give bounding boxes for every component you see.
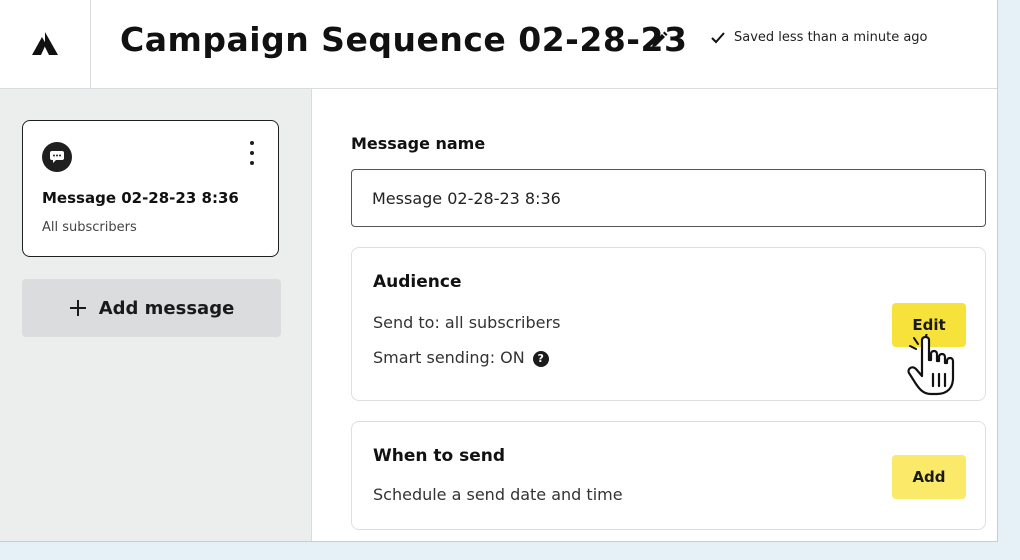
when-to-send-add-button[interactable]: Add (892, 455, 966, 499)
smart-sending-text: Smart sending: ON (373, 348, 525, 367)
main-panel: Message name Message 02-28-23 8:36 Audie… (312, 89, 997, 541)
save-status: Saved less than a minute ago (710, 30, 928, 45)
smart-sending-row: Smart sending: ON? (373, 348, 549, 367)
page-title: Campaign Sequence 02-28-23 (120, 20, 688, 59)
add-message-label: Add message (98, 297, 235, 319)
add-message-button[interactable]: Add message (22, 279, 281, 337)
plus-icon (69, 300, 86, 316)
audience-title: Audience (373, 272, 462, 292)
top-bar: Campaign Sequence 02-28-23 Saved less th… (0, 0, 997, 89)
save-status-text: Saved less than a minute ago (734, 30, 928, 45)
logo-icon (32, 32, 58, 55)
audience-card: Audience Send to: all subscribers Smart … (351, 247, 986, 401)
sidebar: Message 02-28-23 8:36 All subscribers Ad… (0, 89, 312, 541)
message-card[interactable]: Message 02-28-23 8:36 All subscribers (22, 120, 279, 257)
help-icon[interactable]: ? (532, 350, 549, 367)
audience-send-to: Send to: all subscribers (373, 313, 561, 332)
app-window: Campaign Sequence 02-28-23 Saved less th… (0, 0, 998, 542)
chat-message-icon (42, 142, 72, 172)
kebab-menu-icon[interactable] (248, 141, 256, 165)
when-to-send-title: When to send (373, 446, 506, 466)
logo[interactable] (0, 0, 91, 88)
message-card-subtitle: All subscribers (42, 220, 137, 235)
message-name-input[interactable]: Message 02-28-23 8:36 (351, 169, 986, 227)
message-name-label: Message name (351, 134, 486, 153)
check-icon (711, 31, 725, 43)
message-card-title: Message 02-28-23 8:36 (42, 189, 239, 207)
pencil-icon[interactable] (648, 29, 670, 51)
when-to-send-description: Schedule a send date and time (373, 485, 623, 504)
audience-edit-button[interactable]: Edit (892, 303, 966, 347)
when-to-send-card: When to send Schedule a send date and ti… (351, 421, 986, 530)
